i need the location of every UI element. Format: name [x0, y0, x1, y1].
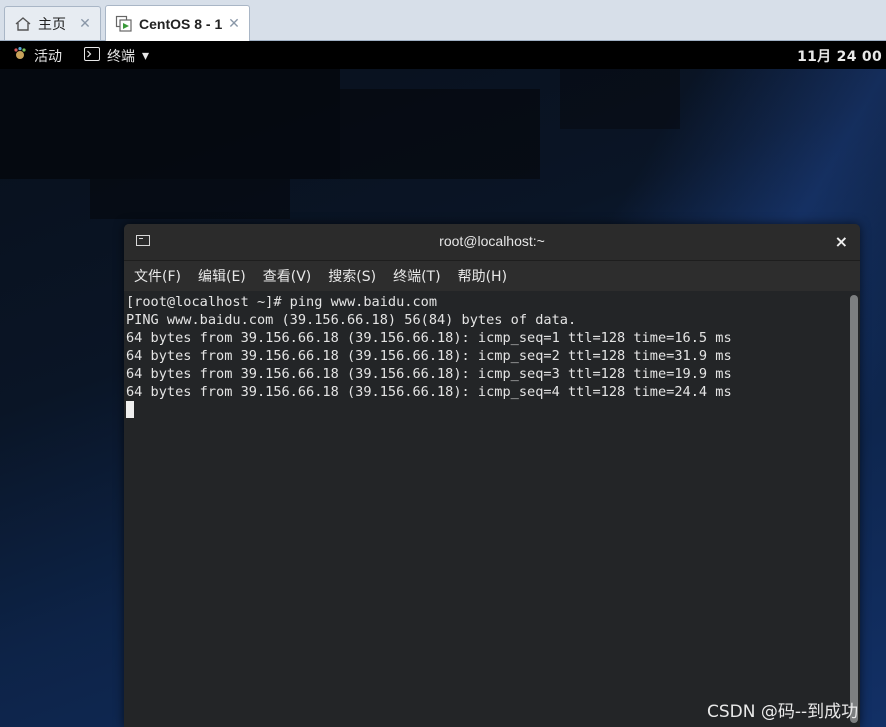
watermark: CSDN @码--到成功: [707, 702, 859, 722]
scrollbar[interactable]: [850, 295, 858, 723]
terminal-output: [root@localhost ~]# ping www.baidu.com PI…: [126, 293, 732, 401]
clock[interactable]: 11月 24 00: [797, 46, 882, 66]
menu-help[interactable]: 帮助(H): [458, 266, 507, 286]
menu-search[interactable]: 搜索(S): [328, 266, 376, 286]
menu-file[interactable]: 文件(F): [134, 266, 181, 286]
terminal-titlebar[interactable]: root@localhost:~ ×: [124, 224, 860, 261]
terminal-window: root@localhost:~ × 文件(F) 编辑(E) 查看(V) 搜索(…: [124, 224, 860, 727]
app-menu-label: 终端: [107, 49, 135, 65]
terminal-line: 64 bytes from 39.156.66.18 (39.156.66.18…: [126, 384, 732, 400]
vm-icon: [115, 15, 133, 33]
home-icon: [14, 15, 32, 33]
terminal-title: root@localhost:~: [439, 233, 545, 249]
text-cursor: [126, 401, 134, 418]
terminal-menubar: 文件(F) 编辑(E) 查看(V) 搜索(S) 终端(T) 帮助(H): [124, 261, 860, 291]
close-icon[interactable]: ×: [835, 232, 848, 251]
terminal-line: 64 bytes from 39.156.66.18 (39.156.66.18…: [126, 348, 732, 364]
tab-centos[interactable]: CentOS 8 - 1 ✕: [105, 5, 250, 41]
activities-button[interactable]: 活动: [12, 46, 62, 66]
terminal-app-icon: [84, 47, 100, 65]
tab-centos-label: CentOS 8 - 1: [139, 15, 223, 32]
app-menu-terminal[interactable]: 终端 ▾: [84, 46, 149, 66]
tab-home[interactable]: 主页 ✕: [4, 6, 101, 40]
terminal-screen[interactable]: [root@localhost ~]# ping www.baidu.com PI…: [124, 291, 860, 727]
terminal-line: 64 bytes from 39.156.66.18 (39.156.66.18…: [126, 366, 732, 382]
menu-view[interactable]: 查看(V): [263, 266, 312, 286]
terminal-line: [root@localhost ~]# ping www.baidu.com: [126, 294, 437, 310]
menu-terminal[interactable]: 终端(T): [393, 266, 440, 286]
terminal-line: 64 bytes from 39.156.66.18 (39.156.66.18…: [126, 330, 732, 346]
activities-label: 活动: [34, 49, 62, 65]
chevron-down-icon: ▾: [142, 48, 150, 64]
tab-home-close-icon[interactable]: ✕: [78, 16, 92, 32]
vm-tab-strip: 主页 ✕ CentOS 8 - 1 ✕: [0, 0, 886, 41]
gnome-foot-icon: [12, 46, 28, 66]
tab-home-label: 主页: [38, 16, 66, 33]
gnome-top-bar: 活动 终端 ▾ 11月 24 00: [0, 41, 886, 69]
menu-edit[interactable]: 编辑(E): [198, 266, 246, 286]
tab-centos-close-icon[interactable]: ✕: [227, 16, 241, 32]
terminal-line: PING www.baidu.com (39.156.66.18) 56(84)…: [126, 312, 577, 328]
